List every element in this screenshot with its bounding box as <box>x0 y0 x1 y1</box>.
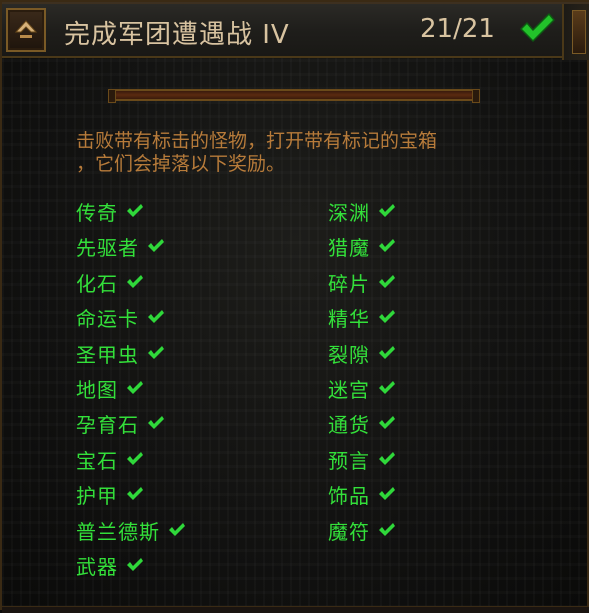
checkmark-icon <box>379 310 395 323</box>
quest-title: 完成军团遭遇战 IV <box>64 20 290 50</box>
reward-name: 孕育石 <box>76 412 139 437</box>
frame-knob <box>572 10 586 54</box>
checkmark-icon <box>148 416 164 429</box>
reward-name: 护甲 <box>76 483 118 508</box>
checkmark-icon <box>520 13 555 42</box>
checkmark-icon <box>379 523 395 536</box>
reward-name: 化石 <box>76 271 118 296</box>
reward-item: 宝石 <box>76 445 144 473</box>
checkmark-icon <box>379 381 395 394</box>
checkmark-icon <box>379 204 395 217</box>
reward-item: 深渊 <box>328 197 396 225</box>
reward-item: 化石 <box>76 268 144 296</box>
checkmark-icon <box>379 346 395 359</box>
checkmark-icon <box>169 523 185 536</box>
reward-name: 迷宫 <box>328 377 370 402</box>
description-line-1: 击败带有标击的怪物，打开带有标记的宝箱 <box>76 130 438 152</box>
quest-description: 击败带有标击的怪物，打开带有标记的宝箱 ，它们会掉落以下奖励。 <box>76 130 536 176</box>
checkmark-icon <box>127 558 143 571</box>
reward-item: 圣甲虫 <box>76 339 165 367</box>
reward-item: 迷宫 <box>328 374 396 402</box>
checkmark-icon <box>148 239 164 252</box>
reward-item: 裂隙 <box>328 339 396 367</box>
legion-encounter-panel: 完成军团遭遇战 IV 21/21 击败带有标击的怪物，打开带有标记的宝箱 ，它们… <box>0 0 589 613</box>
reward-name: 碎片 <box>328 271 370 296</box>
reward-item: 武器 <box>76 551 144 579</box>
reward-name: 魔符 <box>328 519 370 544</box>
reward-name: 先驱者 <box>76 235 139 260</box>
reward-name: 宝石 <box>76 448 118 473</box>
reward-item: 孕育石 <box>76 409 165 437</box>
reward-name: 裂隙 <box>328 342 370 367</box>
reward-name: 武器 <box>76 554 118 579</box>
reward-item: 普兰德斯 <box>76 516 186 544</box>
reward-name: 精华 <box>328 306 370 331</box>
title-divider <box>108 89 480 103</box>
checkmark-icon <box>379 452 395 465</box>
checkmark-icon <box>148 346 164 359</box>
reward-name: 饰品 <box>328 483 370 508</box>
reward-item: 先驱者 <box>76 232 165 260</box>
checkmark-icon <box>379 487 395 500</box>
reward-name: 猎魔 <box>328 235 370 260</box>
checkmark-icon <box>379 239 395 252</box>
quest-progress: 21/21 <box>420 14 495 44</box>
reward-item: 猎魔 <box>328 232 396 260</box>
checkmark-icon <box>127 381 143 394</box>
reward-item: 地图 <box>76 374 144 402</box>
reward-item: 命运卡 <box>76 303 165 331</box>
reward-name: 圣甲虫 <box>76 342 139 367</box>
reward-name: 通货 <box>328 412 370 437</box>
reward-name: 命运卡 <box>76 306 139 331</box>
reward-item: 护甲 <box>76 480 144 508</box>
checkmark-icon <box>127 452 143 465</box>
frame-ornament <box>562 4 589 60</box>
checkmark-icon <box>127 275 143 288</box>
checkmark-icon <box>127 204 143 217</box>
reward-item: 碎片 <box>328 268 396 296</box>
quest-header: 完成军团遭遇战 IV 21/21 <box>2 2 589 60</box>
checkmark-icon <box>379 416 395 429</box>
reward-item: 传奇 <box>76 197 144 225</box>
reward-item: 通货 <box>328 409 396 437</box>
reward-item: 饰品 <box>328 480 396 508</box>
reward-item: 魔符 <box>328 516 396 544</box>
reward-name: 地图 <box>76 377 118 402</box>
checkmark-icon <box>127 487 143 500</box>
reward-name: 预言 <box>328 448 370 473</box>
chevron-up-icon <box>15 20 37 38</box>
checkmark-icon <box>379 275 395 288</box>
reward-item: 预言 <box>328 445 396 473</box>
reward-name: 深渊 <box>328 200 370 225</box>
reward-name: 传奇 <box>76 200 118 225</box>
description-line-2: ，它们会掉落以下奖励。 <box>76 153 286 175</box>
collapse-button[interactable] <box>6 8 46 52</box>
checkmark-icon <box>148 310 164 323</box>
reward-item: 精华 <box>328 303 396 331</box>
reward-name: 普兰德斯 <box>76 519 160 544</box>
